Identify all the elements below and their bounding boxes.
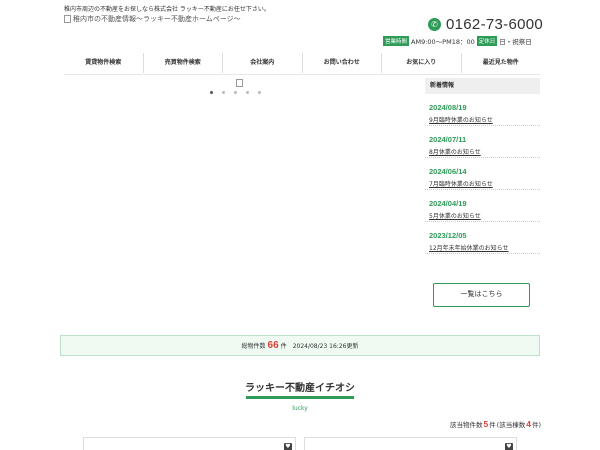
news-link[interactable]: 7月臨時休業のお知らせ [429,179,536,188]
news-link[interactable]: 9月臨時休業のお知らせ [429,115,536,124]
count-label: 該当物件数 [449,421,483,429]
slider-dot[interactable] [234,91,237,94]
phone-icon: ✆ [428,18,441,31]
news-item: 2024/07/11 8月休業のお知らせ [425,126,540,158]
phone-number: 0162-73-6000 [446,16,544,33]
news-date: 2024/06/14 [429,167,467,176]
property-card[interactable]: ♥ [304,437,517,450]
building-note: (該当棟数 [496,421,526,429]
building-unit: 件) [531,421,541,429]
site-tagline: 稚内市周辺の不動産をお探しなら株式会社 ラッキー不動産にお任せ下さい。 [64,6,270,13]
holiday-text: 日・祝祭日 [499,38,532,46]
total-count: 66 [267,340,279,351]
total-label: 総物件数 [241,343,266,350]
slider-dot[interactable] [222,91,225,94]
slider-dot[interactable] [258,91,261,94]
news-date: 2023/12/05 [429,231,467,240]
count-unit: 件 [489,421,496,429]
total-unit: 件 [280,343,287,350]
news-item: 2023/12/05 12月年末年始休業のお知らせ [425,222,540,254]
nav-contact[interactable]: お問い合わせ [303,53,382,73]
result-count: 該当物件数 5 件 (該当棟数 4 件) [450,419,541,429]
slider-dots [210,91,261,94]
news-link[interactable]: 8月休業のお知らせ [429,147,536,156]
broken-image-icon [64,15,71,23]
nav-sale-search[interactable]: 売買物件検索 [144,53,223,73]
hours-text: AM9:00～PM18：00 [411,38,475,46]
hours-tag: 営業時間 [383,36,410,46]
count-number: 5 [483,419,489,429]
section-title: ラッキー不動産イチオシ [245,383,355,394]
building-count: 4 [526,419,531,429]
site-logo[interactable]: 稚内市の不動産情報～ラッキー不動産ホームページ～ [64,14,241,24]
news-more-button[interactable]: 一覧はこちら [433,283,530,307]
nav-company[interactable]: 会社案内 [223,53,303,73]
news-item: 2024/06/14 7月臨時休業のお知らせ [425,158,540,190]
business-hours: 営業時間 AM9:00～PM18：00 定休日 日・祝祭日 [383,36,532,46]
holiday-tag: 定休日 [476,36,498,46]
news-item: 2024/04/19 5月休業のお知らせ [425,190,540,222]
news-heading: 新着情報 [425,78,540,94]
news-date: 2024/07/11 [429,135,467,144]
nav-favorites[interactable]: お気に入り [382,53,462,73]
main-nav: 賃貸物件検索 売買物件検索 会社案内 お問い合わせ お気に入り 最近見た物件 [64,53,540,73]
property-card[interactable]: ♥ [83,437,296,450]
section-subtitle: lucky [292,405,308,412]
nav-recent[interactable]: 最近見た物件 [462,53,541,73]
news-panel: 新着情報 2024/08/19 9月臨時休業のお知らせ 2024/07/11 8… [425,78,540,254]
property-count-bar: 総物件数 66 件 2024/08/23 16:26更新 [60,335,540,356]
phone-contact[interactable]: ✆ 0162-73-6000 [428,16,543,33]
slider-dot[interactable] [210,91,213,94]
news-date: 2024/08/19 [429,103,467,112]
favorite-heart-icon[interactable]: ♥ [505,443,513,450]
slider-dot[interactable] [246,91,249,94]
hero-slider [64,77,419,332]
updated-timestamp: 2024/08/23 16:26更新 [292,343,359,350]
section-underline [246,396,354,399]
broken-image-icon [236,79,243,87]
nav-rental-search[interactable]: 賃貸物件検索 [64,53,144,73]
news-link[interactable]: 5月休業のお知らせ [429,211,536,220]
logo-alt-text: 稚内市の不動産情報～ラッキー不動産ホームページ～ [73,15,241,23]
news-item: 2024/08/19 9月臨時休業のお知らせ [425,94,540,126]
news-date: 2024/04/19 [429,199,467,208]
favorite-heart-icon[interactable]: ♥ [284,443,292,450]
news-link[interactable]: 12月年末年始休業のお知らせ [429,243,536,252]
nav-divider [64,74,540,75]
